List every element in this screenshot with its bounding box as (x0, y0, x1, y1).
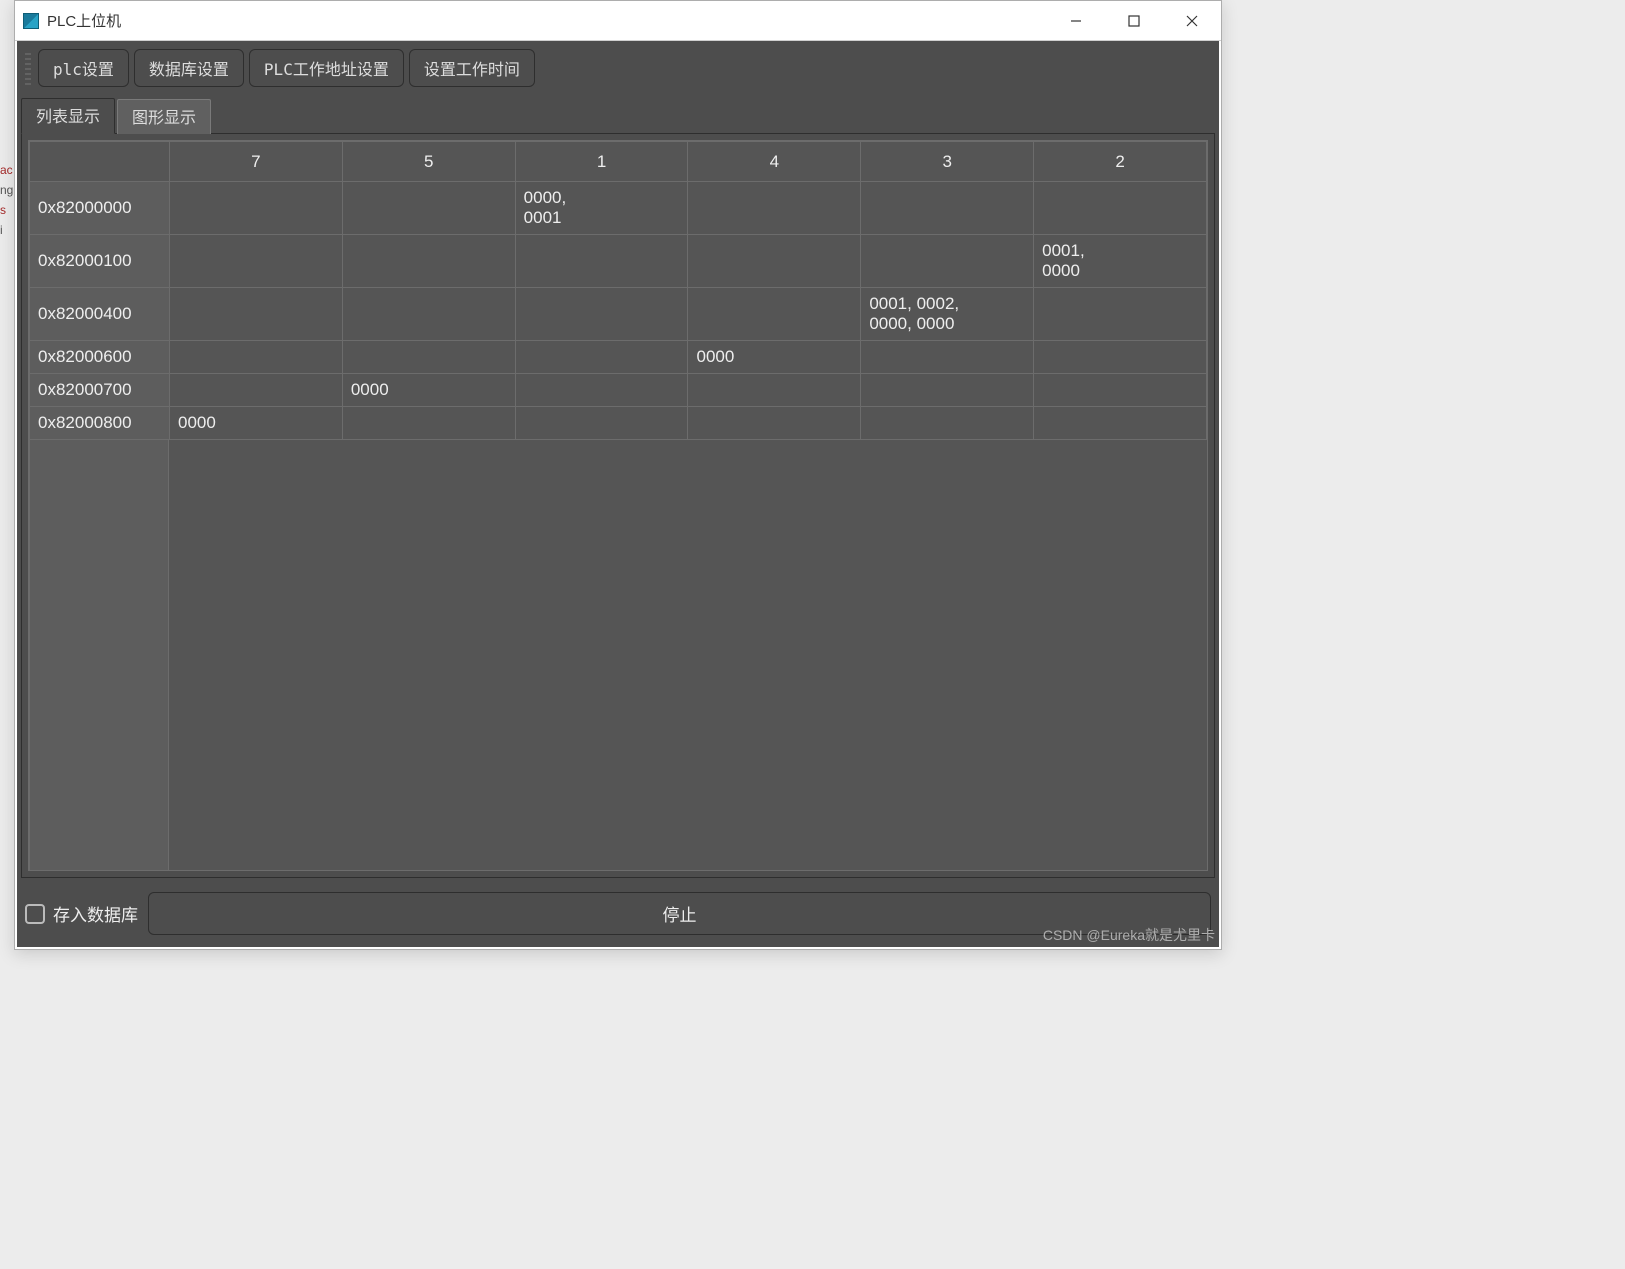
table-cell[interactable] (688, 288, 861, 341)
table-cell[interactable] (861, 341, 1034, 374)
tab-list-view[interactable]: 列表显示 (21, 98, 115, 134)
checkbox-icon (25, 904, 45, 924)
table-row[interactable]: 0x82000700 0000 (30, 374, 1207, 407)
save-to-db-checkbox[interactable]: 存入数据库 (25, 901, 138, 926)
toolbar-grip-icon (25, 51, 31, 85)
table-cell[interactable]: 0000 (688, 341, 861, 374)
table-cell[interactable] (861, 407, 1034, 440)
col-header[interactable]: 1 (515, 142, 688, 182)
table-cell[interactable] (861, 235, 1034, 288)
row-header: 0x82000700 (30, 374, 170, 407)
table-cell[interactable] (515, 341, 688, 374)
row-header: 0x82000000 (30, 182, 170, 235)
plc-settings-button[interactable]: plc设置 (38, 49, 129, 87)
table-cell[interactable] (515, 374, 688, 407)
table-cell[interactable] (688, 235, 861, 288)
table-cell[interactable] (861, 374, 1034, 407)
db-settings-button[interactable]: 数据库设置 (134, 49, 244, 87)
table-cell[interactable] (342, 341, 515, 374)
close-button[interactable] (1163, 1, 1221, 41)
table-cell[interactable] (342, 235, 515, 288)
window-title: PLC上位机 (47, 10, 121, 31)
table-cell[interactable] (1034, 288, 1207, 341)
table-cell[interactable]: 0000,0001 (515, 182, 688, 235)
table-cell[interactable] (1034, 182, 1207, 235)
table-cell[interactable] (515, 407, 688, 440)
table-cell[interactable] (1034, 341, 1207, 374)
table-cell[interactable] (170, 288, 343, 341)
maximize-button[interactable] (1105, 1, 1163, 41)
table-corner-cell (30, 142, 170, 182)
watermark: CSDN @Eureka就是尤里卡 (1043, 925, 1215, 945)
table-cell[interactable] (1034, 374, 1207, 407)
col-header[interactable]: 7 (170, 142, 343, 182)
table-row[interactable]: 0x82000400 0001, 0002,0000, 0000 (30, 288, 1207, 341)
table-cell[interactable]: 0001, 0002,0000, 0000 (861, 288, 1034, 341)
table-cell[interactable] (342, 288, 515, 341)
table-cell[interactable] (688, 407, 861, 440)
plc-address-settings-button[interactable]: PLC工作地址设置 (249, 49, 404, 87)
table-cell[interactable] (515, 288, 688, 341)
toolbar: plc设置 数据库设置 PLC工作地址设置 设置工作时间 (17, 41, 1219, 93)
minimize-button[interactable] (1047, 1, 1105, 41)
table-cell[interactable] (688, 182, 861, 235)
table-cell[interactable] (1034, 407, 1207, 440)
data-table: 7 5 1 4 3 2 0x820000000000,00010x8200010… (28, 140, 1208, 871)
tab-bar: 列表显示 图形显示 (17, 93, 1219, 133)
table-header-row: 7 5 1 4 3 2 (30, 142, 1207, 182)
client-area: plc设置 数据库设置 PLC工作地址设置 设置工作时间 列表显示 图形显示 (17, 41, 1219, 947)
col-header[interactable]: 2 (1034, 142, 1207, 182)
app-window: PLC上位机 plc设置 数据库设置 PLC工作地址设置 设置工作时间 (14, 0, 1222, 950)
row-header: 0x82000400 (30, 288, 170, 341)
col-header[interactable]: 4 (688, 142, 861, 182)
table-cell[interactable]: 0001,0000 (1034, 235, 1207, 288)
table-cell[interactable]: 0000 (170, 407, 343, 440)
table-cell[interactable] (170, 341, 343, 374)
table-cell[interactable] (342, 407, 515, 440)
tab-graph-view[interactable]: 图形显示 (117, 99, 211, 134)
table-cell[interactable] (861, 182, 1034, 235)
table-cell[interactable] (170, 182, 343, 235)
checkbox-label: 存入数据库 (53, 901, 138, 926)
table-cell[interactable] (342, 182, 515, 235)
table-cell[interactable] (515, 235, 688, 288)
col-header[interactable]: 3 (861, 142, 1034, 182)
table-cell[interactable] (170, 374, 343, 407)
row-header: 0x82000800 (30, 407, 170, 440)
table-cell[interactable] (170, 235, 343, 288)
footer-bar: 存入数据库 停止 (17, 882, 1219, 947)
col-header[interactable]: 5 (342, 142, 515, 182)
table-row[interactable]: 0x820008000000 (30, 407, 1207, 440)
table-cell[interactable]: 0000 (342, 374, 515, 407)
app-icon (23, 13, 39, 29)
work-time-settings-button[interactable]: 设置工作时间 (409, 49, 535, 87)
table-row[interactable]: 0x82000100 0001,0000 (30, 235, 1207, 288)
row-header: 0x82000100 (30, 235, 170, 288)
titlebar[interactable]: PLC上位机 (15, 1, 1221, 41)
table-empty-area (29, 440, 1207, 870)
table-row[interactable]: 0x82000600 0000 (30, 341, 1207, 374)
table-cell[interactable] (688, 374, 861, 407)
row-header: 0x82000600 (30, 341, 170, 374)
table-row[interactable]: 0x82000000 0000,0001 (30, 182, 1207, 235)
tab-content: 7 5 1 4 3 2 0x820000000000,00010x8200010… (21, 133, 1215, 878)
